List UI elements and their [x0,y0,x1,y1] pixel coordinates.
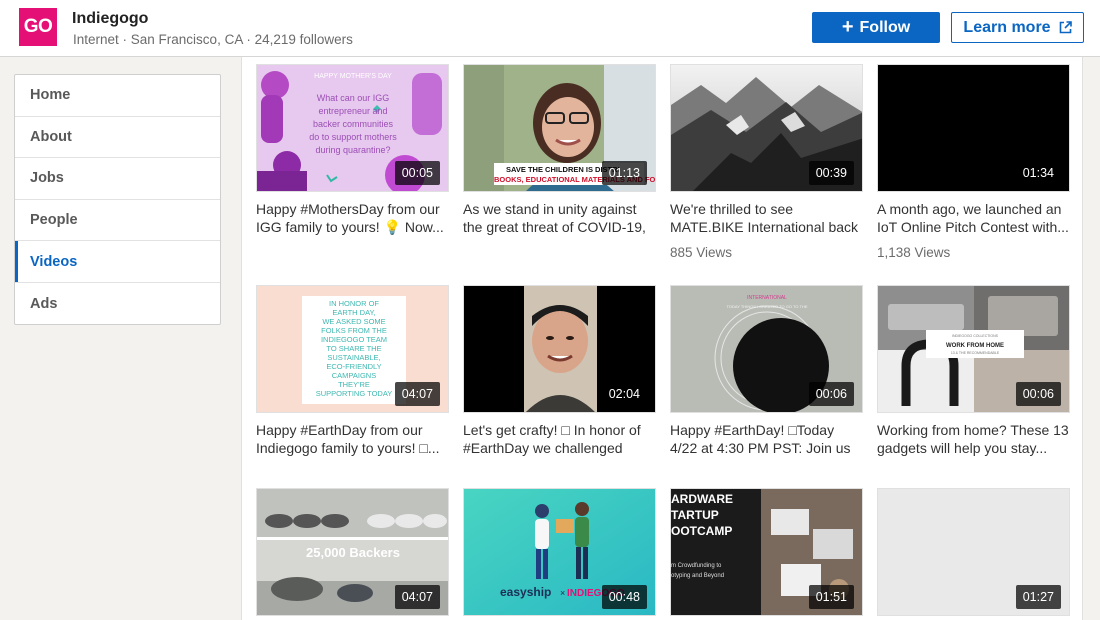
video-thumbnail[interactable]: ARDWARE TARTUP OOTCAMP m Crowdfunding to… [670,488,863,616]
thumb-text: IN HONOR OF [329,299,379,308]
video-card[interactable]: 02:04 Let's get crafty! □ In honor of #E… [463,285,656,457]
thumb-text: INTERNATIONAL [747,295,787,301]
video-card[interactable]: 00:39 We're thrilled to see MATE.BIKE In… [670,64,863,260]
thumb-text: WORK FROM HOME [946,343,1004,349]
thumb-text: 13 & THE RECOMMENDABLE [951,351,1000,355]
video-card[interactable]: INDIEGOGO COLLECTIONS WORK FROM HOME 13 … [877,285,1070,457]
video-card[interactable]: 01:34 A month ago, we launched an IoT On… [877,64,1070,260]
video-thumbnail[interactable]: 25,000 Backers 04:07 [256,488,449,616]
thumb-title: HAPPY MOTHER'S DAY [314,73,392,80]
video-duration: 04:07 [394,382,440,406]
thumb-text: do to support mothers [309,132,397,142]
video-duration: 00:06 [1015,382,1061,406]
video-caption[interactable]: A month ago, we launched an IoT Online P… [877,200,1070,236]
nav-item-ads[interactable]: Ads [15,283,220,324]
learn-more-label: Learn more [963,18,1051,36]
video-duration: 01:34 [1015,161,1061,185]
nav-item-people[interactable]: People [15,200,220,242]
company-header: GO Indiegogo Internet · San Francisco, C… [0,0,1100,57]
thumb-text: easyship [500,585,551,599]
video-card[interactable]: 01:27 [877,488,1070,616]
nav-item-about[interactable]: About [15,117,220,159]
thumb-text: SUSTAINABLE, [327,353,380,362]
video-thumbnail[interactable]: INDIEGOGO COLLECTIONS WORK FROM HOME 13 … [877,285,1070,413]
video-caption[interactable]: As we stand in unity against the great t… [463,200,656,236]
video-duration: 01:51 [808,585,854,609]
thumb-text: × [560,588,565,598]
page-navigation: Home About Jobs People Videos Ads [14,74,221,325]
video-thumbnail[interactable]: IN HONOR OF EARTH DAY, WE ASKED SOME FOL… [256,285,449,413]
video-caption[interactable]: Happy #MothersDay from our IGG family to… [256,200,449,236]
thumb-text: ARDWARE [671,492,733,506]
thumb-text: INDIEGOGO TEAM [321,335,387,344]
video-duration: 00:06 [808,382,854,406]
video-duration: 00:39 [808,161,854,185]
nav-item-videos[interactable]: Videos [15,241,220,283]
thumb-text: otyping and Beyond [671,573,724,579]
thumb-text: TO SHARE THE [326,344,381,353]
video-card[interactable]: easyship × INDIEGOGO 00:48 [463,488,656,616]
thumb-text: OOTCAMP [671,524,732,538]
thumb-text: WE ASKED SOME [322,317,385,326]
video-card[interactable]: SAVE THE CHILDREN IS DISTRI BOOKS, EDUCA… [463,64,656,236]
video-caption[interactable]: Let's get crafty! □ In honor of #EarthDa… [463,421,656,457]
video-duration: 01:27 [1015,585,1061,609]
company-logo[interactable]: GO [19,8,57,46]
learn-more-button[interactable]: Learn more [951,12,1084,43]
thumb-text: TARTUP [671,508,719,522]
video-thumbnail[interactable]: HAPPY MOTHER'S DAY What can our IGG entr… [256,64,449,192]
video-duration: 00:05 [394,161,440,185]
thumb-text: m Crowdfunding to [671,563,722,569]
video-duration: 02:04 [601,382,647,406]
follow-button[interactable]: + Follow [812,12,940,43]
thumb-text: entrepreneur and [318,106,387,116]
video-card[interactable]: INTERNATIONAL TODAY THINGS I CREATED TO … [670,285,863,457]
video-duration: 01:13 [601,161,647,185]
video-card[interactable]: 25,000 Backers 04:07 [256,488,449,616]
external-link-icon [1059,21,1072,34]
video-card[interactable]: HAPPY MOTHER'S DAY What can our IGG entr… [256,64,449,236]
video-card[interactable]: IN HONOR OF EARTH DAY, WE ASKED SOME FOL… [256,285,449,457]
thumb-text: What can our IGG [317,93,390,103]
video-duration: 00:48 [601,585,647,609]
video-thumbnail[interactable]: 00:39 [670,64,863,192]
video-thumbnail[interactable]: easyship × INDIEGOGO 00:48 [463,488,656,616]
thumb-text: INDIEGOGO COLLECTIONS [952,334,999,338]
company-meta: Internet · San Francisco, CA · 24,219 fo… [73,32,353,47]
thumb-text: SUPPORTING TODAY [316,389,393,398]
plus-icon: + [841,15,854,38]
thumb-text: THEY'RE [338,380,370,389]
thumb-text: TODAY THINGS I CREATED TO GO TO THE [726,304,807,309]
thumb-text: EARTH DAY, [332,308,375,317]
video-caption[interactable]: Working from home? These 13 gadgets will… [877,421,1070,457]
nav-item-home[interactable]: Home [15,75,220,117]
videos-panel: HAPPY MOTHER'S DAY What can our IGG entr… [241,57,1083,620]
thumb-text: FOLKS FROM THE [321,326,387,335]
video-duration: 04:07 [394,585,440,609]
thumb-text: CAMPAIGNS [332,371,376,380]
video-card[interactable]: ARDWARE TARTUP OOTCAMP m Crowdfunding to… [670,488,863,616]
video-views: 885 Views [670,245,733,260]
follow-label: Follow [859,18,911,36]
video-thumbnail[interactable]: 02:04 [463,285,656,413]
video-thumbnail[interactable]: 01:34 [877,64,1070,192]
video-caption[interactable]: Happy #EarthDay from our Indiegogo famil… [256,421,449,457]
video-caption[interactable]: Happy #EarthDay! □Today 4/22 at 4:30 PM … [670,421,863,457]
thumb-text: 25,000 Backers [306,545,400,560]
video-thumbnail[interactable]: 01:27 [877,488,1070,616]
video-thumbnail[interactable]: SAVE THE CHILDREN IS DISTRI BOOKS, EDUCA… [463,64,656,192]
video-caption[interactable]: We're thrilled to see MATE.BIKE Internat… [670,200,863,236]
thumb-text: during quarantine? [315,145,390,155]
video-views: 1,138 Views [877,245,951,260]
thumb-text: ECO-FRIENDLY [326,362,381,371]
thumb-text: backer communities [313,119,394,129]
company-name[interactable]: Indiegogo [72,10,148,28]
nav-item-jobs[interactable]: Jobs [15,158,220,200]
video-thumbnail[interactable]: INTERNATIONAL TODAY THINGS I CREATED TO … [670,285,863,413]
